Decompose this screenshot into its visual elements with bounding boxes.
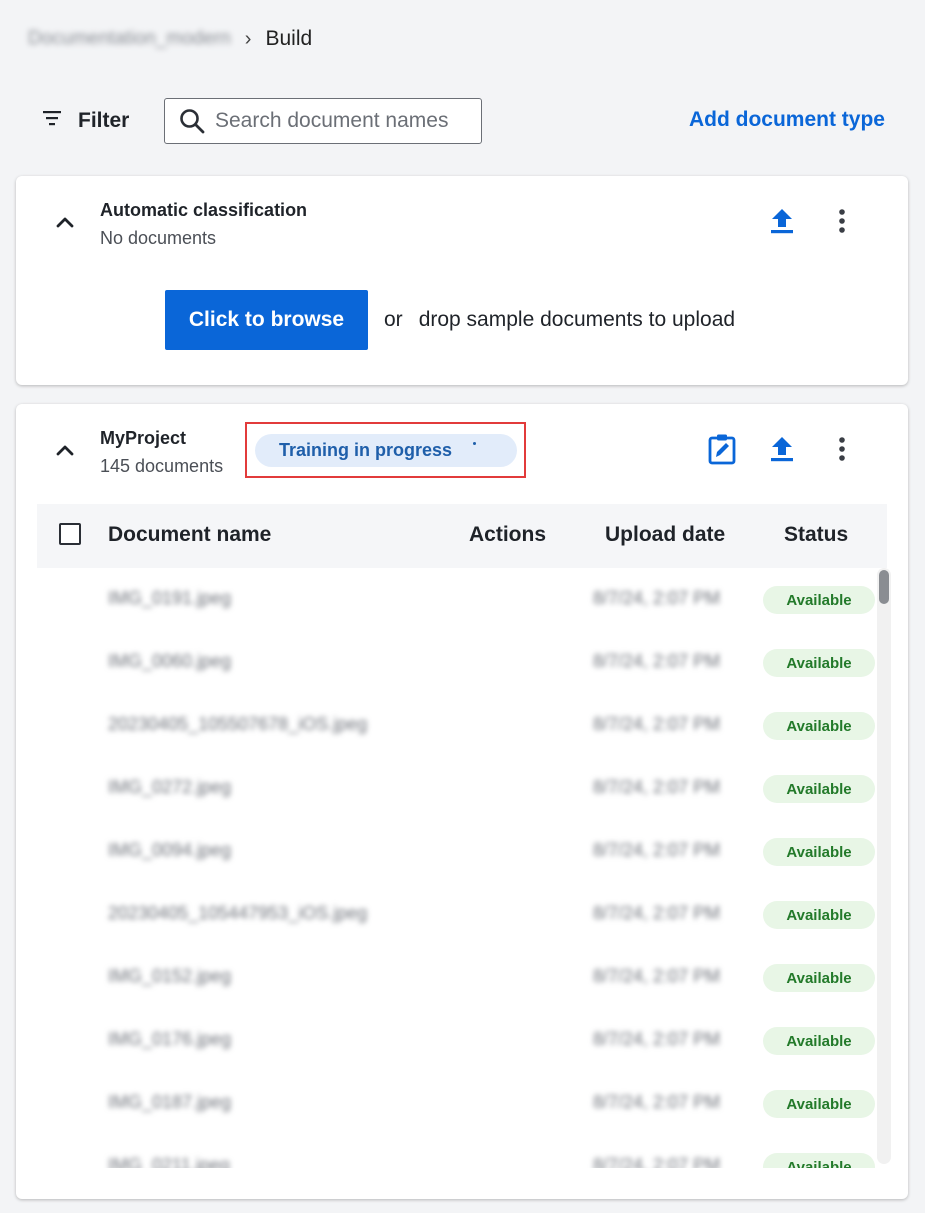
clipboard-edit-icon (707, 433, 737, 470)
table-scrollbar[interactable] (877, 568, 891, 1164)
filter-icon (40, 106, 64, 136)
page: Documentation_modern › Build Filter Add … (0, 0, 925, 1213)
status-badge: Available (763, 712, 875, 740)
or-text: or (384, 308, 403, 331)
status-badge: Available (763, 1153, 875, 1168)
edit-project-button[interactable] (704, 433, 740, 469)
upload-date: 8/7/24, 2:07 PM (593, 588, 721, 608)
status-badge: Available (763, 1027, 875, 1055)
collapse-project-button[interactable] (50, 437, 80, 467)
document-name[interactable]: 20230405_105507678_iOS.jpeg (108, 714, 367, 735)
status-badge: Available (763, 901, 875, 929)
add-document-type-link[interactable]: Add document type (689, 108, 885, 132)
search-input[interactable] (215, 109, 465, 133)
upload-date: 8/7/24, 2:07 PM (593, 777, 721, 797)
more-vertical-icon (838, 208, 846, 239)
filter-button[interactable]: Filter (40, 104, 129, 138)
select-all-checkbox[interactable] (59, 523, 81, 545)
upload-date: 8/7/24, 2:07 PM (593, 714, 721, 734)
document-name[interactable]: IMG_0187.jpeg (108, 1092, 231, 1113)
breadcrumb-separator: › (244, 27, 252, 50)
column-header-status[interactable]: Status (784, 523, 848, 547)
table-row[interactable]: 20230405_105447953_iOS.jpeg 8/7/24, 2:07… (16, 883, 876, 946)
status-badge: Available (763, 649, 875, 677)
upload-icon (770, 207, 794, 240)
upload-project-button[interactable] (764, 433, 800, 469)
document-table-body: IMG_0191.jpeg 8/7/24, 2:07 PM Available … (16, 568, 876, 1168)
upload-date: 8/7/24, 2:07 PM (593, 1155, 721, 1168)
click-to-browse-button[interactable]: Click to browse (165, 290, 368, 350)
column-header-document-name[interactable]: Document name (108, 523, 271, 547)
document-name[interactable]: IMG_0211.jpeg (108, 1155, 230, 1168)
table-row[interactable]: 20230405_105507678_iOS.jpeg 8/7/24, 2:07… (16, 694, 876, 757)
chevron-up-icon (54, 439, 76, 466)
status-badge: Available (763, 838, 875, 866)
breadcrumb-current: Build (265, 27, 313, 50)
upload-auto-classification-button[interactable] (764, 205, 800, 241)
document-name[interactable]: IMG_0272.jpeg (108, 777, 231, 798)
project-card: MyProject 145 documents Training in prog… (16, 404, 908, 1199)
column-header-actions: Actions (469, 523, 547, 546)
table-row[interactable]: IMG_0094.jpeg 8/7/24, 2:07 PM Available (16, 820, 876, 883)
table-header: Document name Actions Upload date Status (37, 504, 887, 568)
more-options-auto-classification-button[interactable] (824, 205, 860, 241)
upload-date: 8/7/24, 2:07 PM (593, 966, 721, 986)
table-row[interactable]: IMG_0152.jpeg 8/7/24, 2:07 PM Available (16, 946, 876, 1009)
training-status-label: Training in progress (279, 440, 453, 460)
more-vertical-icon (838, 436, 846, 467)
document-name[interactable]: IMG_0152.jpeg (108, 966, 231, 987)
collapse-auto-classification-button[interactable] (50, 209, 80, 239)
table-row[interactable]: IMG_0176.jpeg 8/7/24, 2:07 PM Available (16, 1009, 876, 1072)
upload-drop-zone[interactable]: Click to browse or drop sample documents… (165, 290, 735, 350)
table-row[interactable]: IMG_0060.jpeg 8/7/24, 2:07 PM Available (16, 631, 876, 694)
more-options-project-button[interactable] (824, 433, 860, 469)
progress-dot-icon (473, 442, 476, 445)
filter-label: Filter (78, 109, 130, 132)
table-row[interactable]: IMG_0191.jpeg 8/7/24, 2:07 PM Available (16, 568, 876, 631)
upload-date: 8/7/24, 2:07 PM (593, 903, 721, 923)
breadcrumb-parent-link[interactable]: Documentation_modern (28, 28, 231, 50)
table-row[interactable]: IMG_0187.jpeg 8/7/24, 2:07 PM Available (16, 1072, 876, 1135)
upload-date: 8/7/24, 2:07 PM (593, 840, 721, 860)
auto-classification-card: Automatic classification No documents Cl… (16, 176, 908, 385)
drop-text: drop sample documents to upload (418, 308, 736, 331)
training-status-badge: Training in progress (255, 434, 517, 467)
search-box (164, 98, 482, 144)
search-icon (175, 104, 209, 138)
table-row[interactable]: IMG_0211.jpeg 8/7/24, 2:07 PM Available (16, 1135, 876, 1168)
project-document-count: 145 documents (100, 456, 224, 476)
document-name[interactable]: IMG_0094.jpeg (108, 840, 231, 861)
status-badge: Available (763, 964, 875, 992)
status-badge: Available (763, 1090, 875, 1118)
scrollbar-thumb[interactable] (879, 570, 889, 604)
status-badge: Available (763, 775, 875, 803)
table-row[interactable]: IMG_0272.jpeg 8/7/24, 2:07 PM Available (16, 757, 876, 820)
status-badge: Available (763, 586, 875, 614)
auto-classification-subtitle: No documents (100, 228, 217, 248)
chevron-up-icon (54, 211, 76, 238)
breadcrumb: Documentation_modern › Build (28, 24, 312, 54)
document-name[interactable]: IMG_0060.jpeg (108, 651, 231, 672)
document-name[interactable]: IMG_0191.jpeg (108, 588, 231, 609)
upload-date: 8/7/24, 2:07 PM (593, 651, 721, 671)
column-header-upload-date[interactable]: Upload date (605, 523, 725, 547)
upload-date: 8/7/24, 2:07 PM (593, 1029, 721, 1049)
document-name[interactable]: 20230405_105447953_iOS.jpeg (108, 903, 367, 924)
upload-icon (770, 435, 794, 468)
auto-classification-title: Automatic classification (100, 200, 308, 220)
toolbar: Filter Add document type (0, 96, 925, 148)
document-name[interactable]: IMG_0176.jpeg (108, 1029, 231, 1050)
project-title: MyProject (100, 428, 187, 448)
upload-date: 8/7/24, 2:07 PM (593, 1092, 721, 1112)
